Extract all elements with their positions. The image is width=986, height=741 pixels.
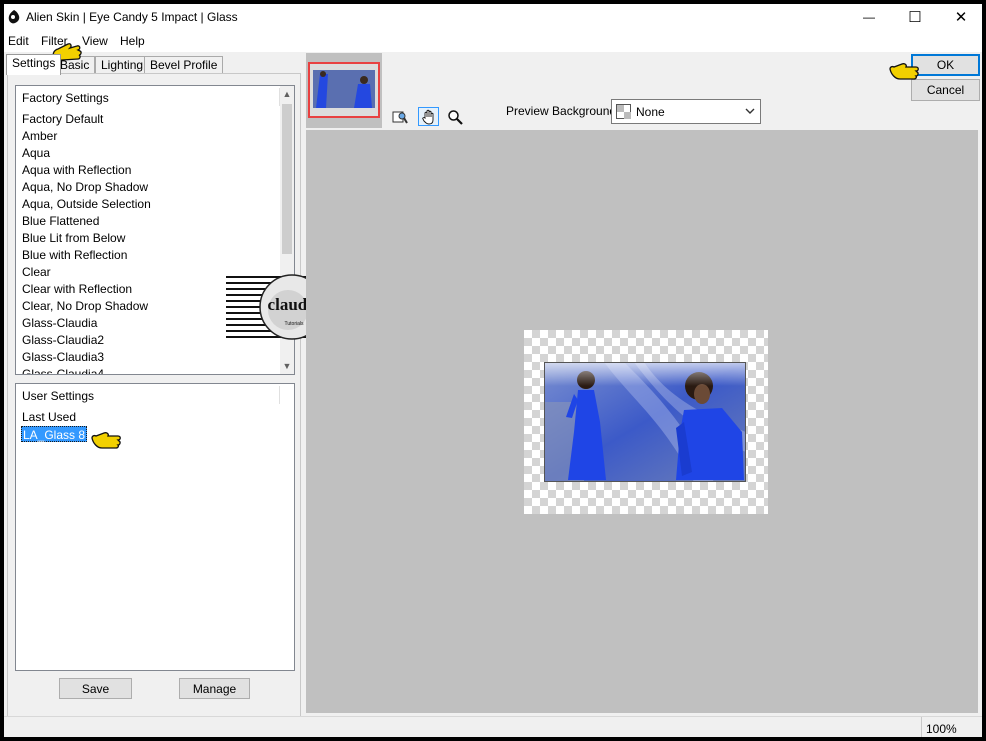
maximize-icon: ☐ xyxy=(908,9,922,26)
settings-panel: Factory Settings Factory Default Amber Aqu… xyxy=(7,73,301,717)
preview-canvas[interactable] xyxy=(306,130,978,713)
list-item[interactable]: Glass-Claudia2 xyxy=(21,332,105,348)
close-icon: ✕ xyxy=(954,9,968,26)
close-button[interactable]: ✕ xyxy=(938,4,982,30)
transparency-checkerboard xyxy=(524,330,768,514)
save-button[interactable]: Save xyxy=(59,678,132,699)
zoom-icon xyxy=(447,109,463,125)
header-divider xyxy=(279,386,280,404)
minimize-icon: — xyxy=(863,10,875,24)
list-item[interactable]: Clear xyxy=(21,264,52,280)
factory-settings-header: Factory Settings xyxy=(22,91,109,105)
tab-lighting[interactable]: Lighting xyxy=(95,56,150,74)
swatch-icon xyxy=(616,104,631,119)
list-item[interactable]: Aqua xyxy=(21,145,51,161)
hand-tool-button[interactable] xyxy=(418,107,439,126)
navigate-tool-button[interactable] xyxy=(389,107,410,126)
list-item[interactable]: Glass-Claudia4 xyxy=(21,366,105,374)
list-item[interactable]: Amber xyxy=(21,128,58,144)
navigate-icon xyxy=(392,111,408,124)
zoom-tool-button[interactable] xyxy=(444,107,465,126)
scroll-up-icon[interactable]: ▲ xyxy=(280,86,294,102)
menu-bar: Edit Filter View Help xyxy=(4,30,982,52)
scroll-thumb[interactable] xyxy=(282,104,292,254)
user-settings-header: User Settings xyxy=(22,389,95,403)
list-item[interactable]: Blue with Reflection xyxy=(21,247,128,263)
preview-background-label: Preview Background: xyxy=(506,104,620,118)
hand-pointer-icon xyxy=(889,63,919,80)
manage-button[interactable]: Manage xyxy=(179,678,250,699)
app-icon xyxy=(8,10,20,24)
list-item[interactable]: Clear, No Drop Shadow xyxy=(21,298,149,314)
chevron-down-icon xyxy=(745,108,755,114)
zoom-level: 100% xyxy=(921,717,982,737)
preview-background-select[interactable]: None xyxy=(611,99,761,124)
hand-pointer-icon xyxy=(91,432,121,449)
preview-background-value: None xyxy=(636,105,665,119)
title-bar: Alien Skin | Eye Candy 5 Impact | Glass … xyxy=(4,4,982,30)
scroll-down-icon[interactable]: ▼ xyxy=(280,358,294,374)
status-bar: 100% xyxy=(4,716,982,737)
cancel-button[interactable]: Cancel xyxy=(911,79,980,101)
hand-icon xyxy=(421,109,433,124)
tab-bevel-profile[interactable]: Bevel Profile xyxy=(144,56,224,74)
list-item[interactable]: Aqua with Reflection xyxy=(21,162,132,178)
navigator-thumbnail[interactable] xyxy=(306,53,382,128)
list-item[interactable]: Blue Flattened xyxy=(21,213,100,229)
window-title: Alien Skin | Eye Candy 5 Impact | Glass xyxy=(26,10,238,24)
eye-candy-window: Alien Skin | Eye Candy 5 Impact | Glass … xyxy=(4,4,982,737)
list-item[interactable]: Glass-Claudia3 xyxy=(21,349,105,365)
minimize-button[interactable]: — xyxy=(846,4,892,30)
tab-settings[interactable]: Settings xyxy=(6,54,62,75)
list-item[interactable]: Factory Default xyxy=(21,111,104,127)
watermark-small-text: Tutorials xyxy=(285,321,304,327)
thumbnail-view-box[interactable] xyxy=(308,62,380,118)
list-item[interactable]: Blue Lit from Below xyxy=(21,230,126,246)
list-item[interactable]: Last Used xyxy=(21,409,77,425)
list-item[interactable]: Aqua, No Drop Shadow xyxy=(21,179,149,195)
user-settings-list[interactable]: User Settings Last Used LA_Glass 8 xyxy=(15,383,295,671)
list-item[interactable]: LA_Glass 8 xyxy=(21,426,88,442)
thumbnail-image xyxy=(310,64,378,116)
menu-edit[interactable]: Edit xyxy=(8,34,29,48)
list-item[interactable]: Clear with Reflection xyxy=(21,281,133,297)
list-item[interactable]: Glass-Claudia xyxy=(21,315,98,331)
preview-image xyxy=(544,362,746,482)
menu-view[interactable]: View xyxy=(82,34,108,48)
menu-help[interactable]: Help xyxy=(120,34,145,48)
list-item[interactable]: Aqua, Outside Selection xyxy=(21,196,152,212)
maximize-button[interactable]: ☐ xyxy=(892,4,938,30)
